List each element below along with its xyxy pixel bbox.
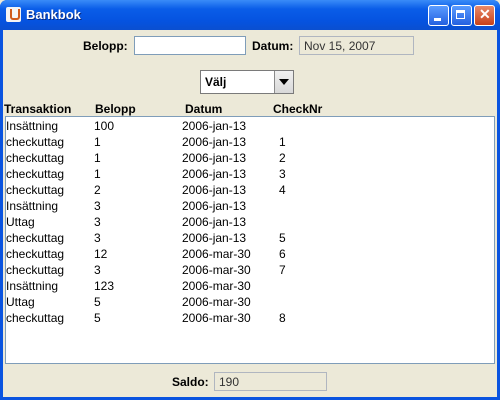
table-row[interactable]: Insättning 123 2006-mar-30 [6, 278, 486, 294]
saldo-field: 190 [214, 372, 327, 391]
row-belopp: 2 [94, 183, 101, 197]
row-datum: 2006-jan-13 [182, 135, 247, 149]
row-belopp: 1 [94, 135, 101, 149]
row-datum: 2006-mar-30 [182, 279, 251, 293]
table-row[interactable]: checkuttag 1 2006-jan-13 1 [6, 134, 486, 150]
table-row[interactable]: Insättning 3 2006-jan-13 [6, 198, 486, 214]
row-checknr: 5 [279, 231, 286, 245]
row-checknr: 6 [279, 247, 286, 261]
table-row[interactable]: Uttag 5 2006-mar-30 [6, 294, 486, 310]
column-header-belopp: Belopp [95, 102, 136, 116]
table-row[interactable]: Insättning 100 2006-jan-13 [6, 118, 486, 134]
row-belopp: 12 [94, 247, 108, 261]
saldo-label: Saldo: [172, 375, 209, 389]
row-datum: 2006-jan-13 [182, 119, 247, 133]
row-datum: 2006-jan-13 [182, 183, 247, 197]
row-transaktion: checkuttag [6, 183, 65, 197]
row-checknr: 7 [279, 263, 286, 277]
row-checknr: 2 [279, 151, 286, 165]
table-row[interactable]: checkuttag 1 2006-jan-13 2 [6, 150, 486, 166]
row-transaktion: Insättning [6, 119, 59, 133]
table-row[interactable]: checkuttag 5 2006-mar-30 8 [6, 310, 486, 326]
row-datum: 2006-mar-30 [182, 295, 251, 309]
row-belopp: 3 [94, 231, 101, 245]
client-area: Belopp: Datum: Nov 15, 2007 Välj Transak… [3, 30, 497, 397]
row-transaktion: Insättning [6, 199, 59, 213]
row-transaktion: Insättning [6, 279, 59, 293]
column-header-checknr: CheckNr [273, 102, 323, 116]
window-title: Bankbok [26, 7, 81, 22]
table-row[interactable]: checkuttag 2 2006-jan-13 4 [6, 182, 486, 198]
row-datum: 2006-jan-13 [182, 231, 247, 245]
row-belopp: 3 [94, 199, 101, 213]
row-datum: 2006-jan-13 [182, 199, 247, 213]
row-datum: 2006-jan-13 [182, 151, 247, 165]
row-transaktion: Uttag [6, 215, 35, 229]
row-belopp: 1 [94, 151, 101, 165]
row-belopp: 5 [94, 311, 101, 325]
row-transaktion: Uttag [6, 295, 35, 309]
datum-field: Nov 15, 2007 [299, 36, 414, 55]
table-row[interactable]: checkuttag 12 2006-mar-30 6 [6, 246, 486, 262]
datum-label: Datum: [252, 39, 294, 53]
row-checknr: 4 [279, 183, 286, 197]
table-row[interactable]: Uttag 3 2006-jan-13 [6, 214, 486, 230]
transaction-type-select[interactable]: Välj [200, 70, 294, 94]
row-datum: 2006-jan-13 [182, 215, 247, 229]
row-transaktion: checkuttag [6, 135, 65, 149]
row-datum: 2006-mar-30 [182, 247, 251, 261]
row-transaktion: checkuttag [6, 247, 65, 261]
row-belopp: 3 [94, 215, 101, 229]
row-transaktion: checkuttag [6, 167, 65, 181]
select-value: Välj [205, 75, 227, 89]
row-transaktion: checkuttag [6, 263, 65, 277]
table-row[interactable]: checkuttag 3 2006-jan-13 5 [6, 230, 486, 246]
app-window: Bankbok Belopp: Datum: Nov 15, 2007 Välj… [0, 0, 500, 400]
row-transaktion: checkuttag [6, 231, 65, 245]
maximize-button[interactable] [451, 5, 472, 26]
row-belopp: 100 [94, 119, 115, 133]
java-app-icon [6, 7, 21, 22]
transaction-list[interactable]: Insättning 100 2006-jan-13 checkuttag 1 2006-… [5, 116, 495, 364]
row-datum: 2006-jan-13 [182, 167, 247, 181]
row-datum: 2006-mar-30 [182, 311, 251, 325]
chevron-down-icon[interactable] [274, 71, 293, 93]
row-transaktion: checkuttag [6, 151, 65, 165]
row-checknr: 3 [279, 167, 286, 181]
row-belopp: 123 [94, 279, 115, 293]
title-bar[interactable]: Bankbok [0, 0, 500, 30]
row-checknr: 8 [279, 311, 286, 325]
row-belopp: 1 [94, 167, 101, 181]
row-transaktion: checkuttag [6, 311, 65, 325]
table-row[interactable]: checkuttag 1 2006-jan-13 3 [6, 166, 486, 182]
row-belopp: 5 [94, 295, 101, 309]
table-row[interactable]: checkuttag 3 2006-mar-30 7 [6, 262, 486, 278]
belopp-input[interactable] [134, 36, 246, 55]
column-header-transaktion: Transaktion [4, 102, 72, 116]
row-belopp: 3 [94, 263, 101, 277]
row-checknr: 1 [279, 135, 286, 149]
belopp-label: Belopp: [83, 39, 128, 53]
close-button[interactable] [474, 5, 495, 26]
row-datum: 2006-mar-30 [182, 263, 251, 277]
minimize-button[interactable] [428, 5, 449, 26]
column-header-datum: Datum [185, 102, 223, 116]
